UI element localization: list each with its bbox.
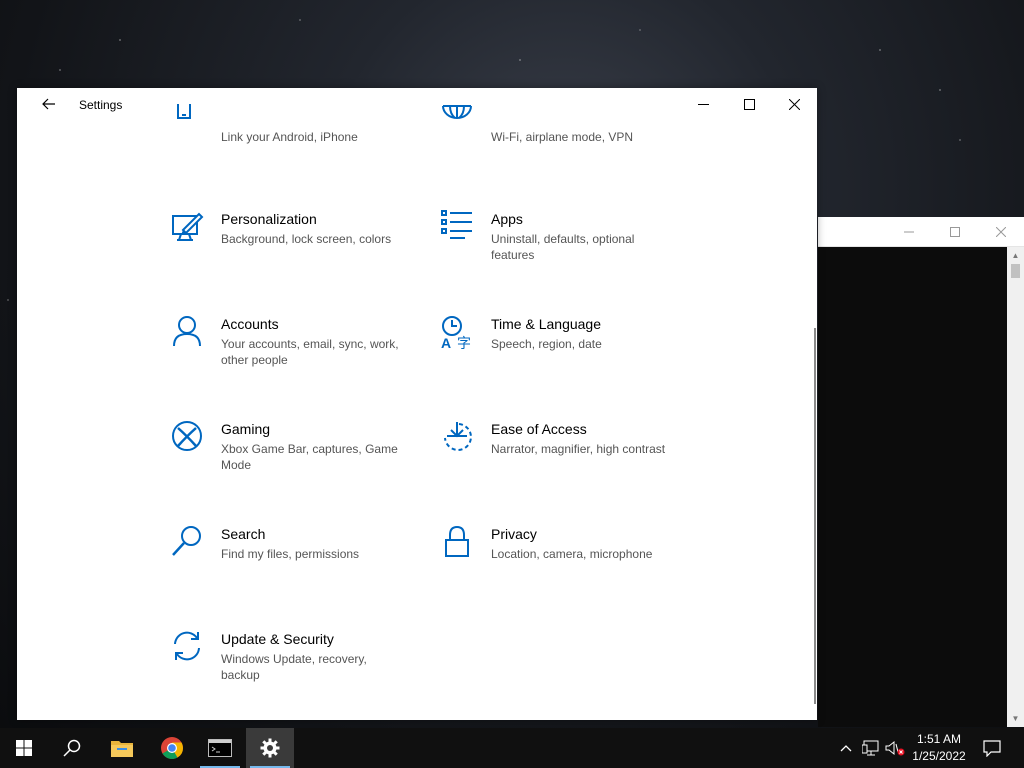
console-close-button[interactable]: [978, 217, 1024, 246]
settings-item-network[interactable]: Wi-Fi, airplane mode, VPN: [441, 105, 691, 188]
svg-text:A: A: [441, 335, 451, 351]
scroll-down-arrow-icon[interactable]: ▼: [1007, 710, 1024, 727]
minimize-icon: [697, 103, 709, 105]
settings-item-phone[interactable]: Link your Android, iPhone: [171, 104, 421, 188]
close-icon: [788, 98, 800, 110]
close-button[interactable]: [771, 88, 817, 120]
terminal-icon: [208, 739, 232, 757]
action-center-button[interactable]: [978, 728, 1006, 768]
time-language-icon: A字: [441, 315, 477, 351]
network-tray-button[interactable]: [860, 728, 882, 768]
search-icon: [171, 525, 207, 561]
console-maximize-button[interactable]: [932, 217, 978, 246]
globe-icon: [441, 105, 477, 144]
back-arrow-icon: [42, 98, 55, 110]
console-minimize-button[interactable]: [886, 217, 932, 246]
taskbar-search-button[interactable]: [48, 728, 96, 768]
settings-item-update-security[interactable]: Update & Security Windows Update, recove…: [171, 630, 421, 710]
taskbar-clock[interactable]: 1:51 AM 1/25/2022: [904, 728, 974, 768]
maximize-icon: [743, 98, 755, 110]
volume-tray-button[interactable]: [884, 728, 906, 768]
settings-item-search[interactable]: Search Find my files, permissions: [171, 525, 421, 605]
search-icon: [63, 739, 81, 757]
settings-window: Settings Link your Android, iPhone Wi-Fi…: [17, 88, 817, 720]
personalization-icon: [171, 210, 207, 246]
settings-item-ease-of-access[interactable]: Ease of Access Narrator, magnifier, high…: [441, 420, 691, 500]
folder-icon: [111, 741, 133, 757]
settings-item-time-language[interactable]: A字 Time & Language Speech, region, date: [441, 315, 691, 395]
gear-icon: [260, 738, 280, 758]
window-title: Settings: [79, 98, 123, 112]
svg-text:字: 字: [457, 335, 471, 351]
file-explorer-button[interactable]: [98, 728, 146, 768]
notification-icon: [983, 739, 1001, 757]
console-scrollbar[interactable]: ▲ ▼: [1007, 247, 1024, 727]
maximize-button[interactable]: [726, 88, 772, 120]
settings-item-gaming[interactable]: Gaming Xbox Game Bar, captures, Game Mod…: [171, 420, 421, 500]
settings-scrollbar[interactable]: [814, 328, 816, 704]
chrome-button[interactable]: [148, 728, 196, 768]
command-prompt-button[interactable]: [196, 728, 244, 768]
clock-date: 1/25/2022: [912, 749, 966, 763]
lock-icon: [441, 525, 477, 561]
start-button[interactable]: [0, 728, 48, 768]
settings-item-apps[interactable]: Apps Uninstall, defaults, optional featu…: [441, 210, 691, 290]
settings-item-personalization[interactable]: Personalization Background, lock screen,…: [171, 210, 421, 290]
sync-icon: [171, 630, 207, 666]
settings-item-privacy[interactable]: Privacy Location, camera, microphone: [441, 525, 691, 605]
console-titlebar[interactable]: [818, 217, 1024, 247]
windows-logo-icon: [16, 740, 32, 756]
taskbar: 1:51 AM 1/25/2022: [0, 728, 1024, 768]
back-button[interactable]: [25, 88, 73, 120]
clock-time: 1:51 AM: [916, 732, 962, 746]
network-icon: [862, 740, 879, 756]
console-window[interactable]: ▲ ▼: [818, 217, 1024, 727]
ease-of-access-icon: [441, 420, 477, 456]
chevron-up-icon: [840, 745, 852, 752]
scroll-thumb[interactable]: [1011, 264, 1020, 278]
xbox-icon: [171, 420, 207, 456]
apps-icon: [441, 210, 477, 246]
show-hidden-icons-button[interactable]: [836, 728, 856, 768]
settings-taskbar-button[interactable]: [246, 728, 294, 768]
phone-icon: [171, 104, 207, 144]
chrome-icon: [161, 737, 183, 759]
person-icon: [171, 315, 207, 351]
settings-item-accounts[interactable]: Accounts Your accounts, email, sync, wor…: [171, 315, 421, 395]
volume-muted-icon: [885, 740, 905, 756]
scroll-up-arrow-icon[interactable]: ▲: [1007, 247, 1024, 264]
